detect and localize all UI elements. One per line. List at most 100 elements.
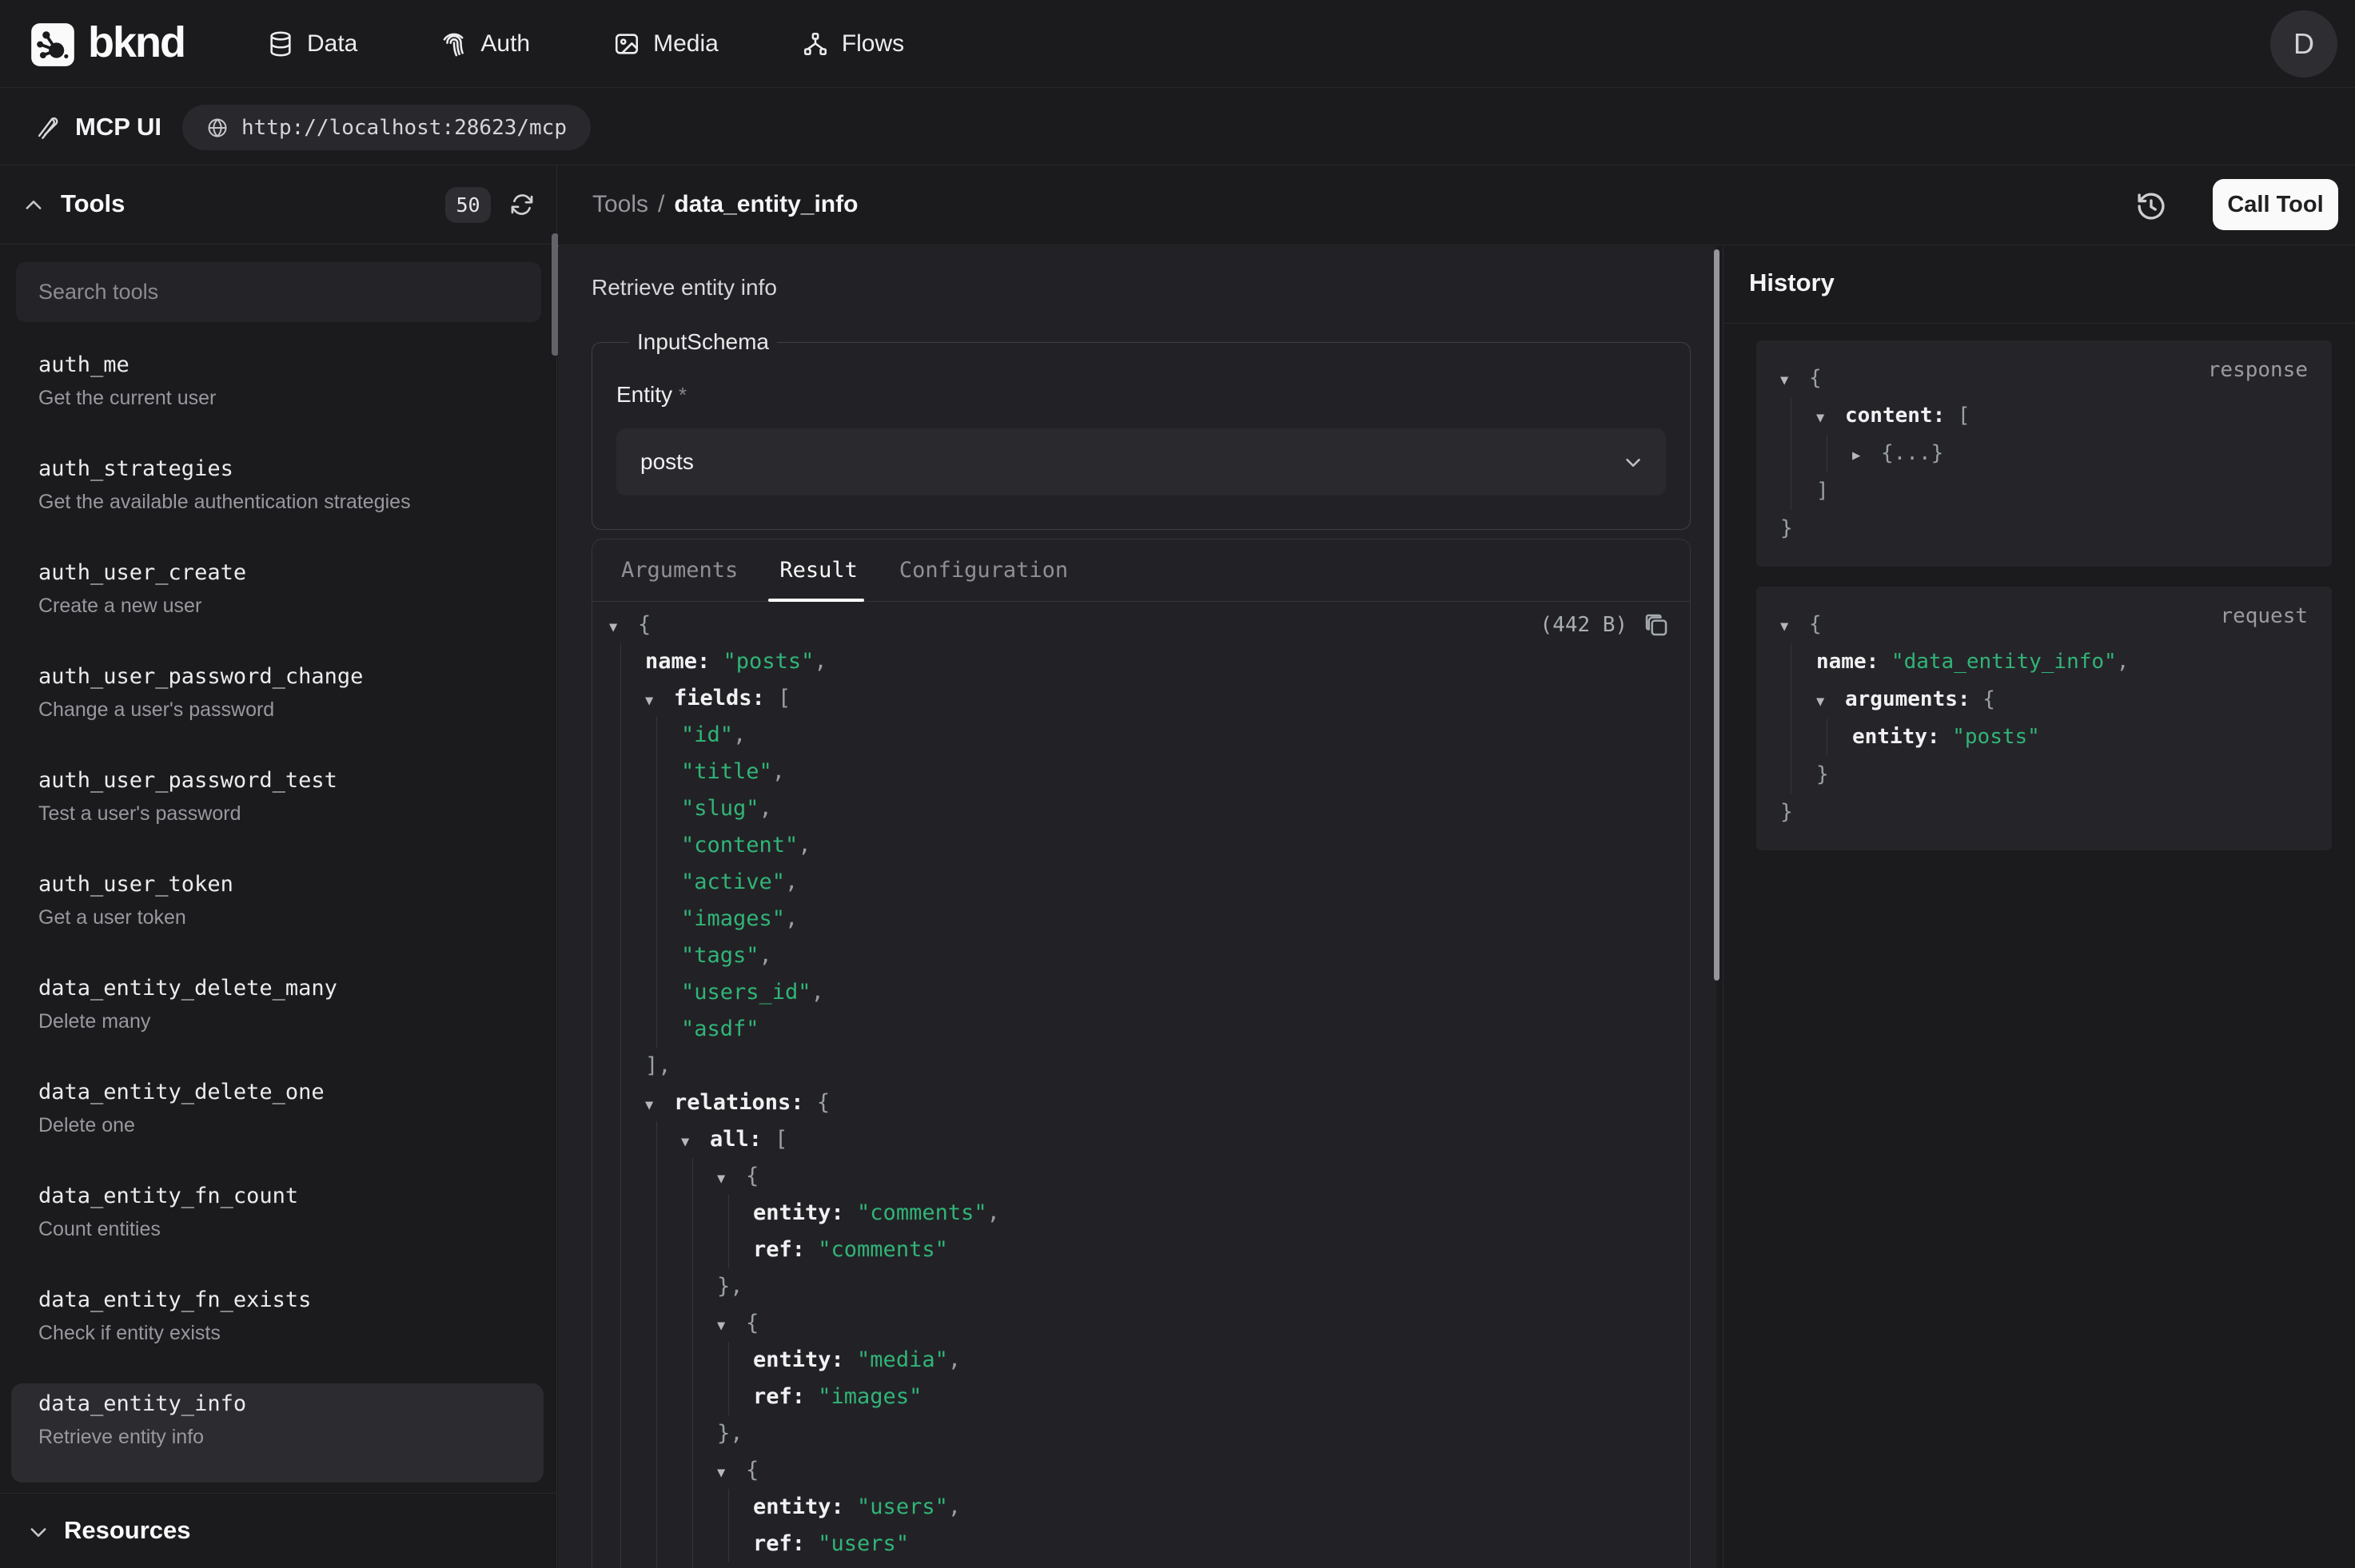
collapse-toggle-icon[interactable]: ▼: [717, 1455, 746, 1491]
json-line: "asdf": [592, 1011, 1690, 1048]
tool-name: auth_strategies: [38, 456, 544, 481]
nav-item-label: Data: [307, 30, 357, 58]
tool-list-item[interactable]: data_entity_infoRetrieve entity info: [11, 1383, 544, 1482]
history-header: History: [1723, 246, 2355, 324]
tool-list-item[interactable]: data_entity_fn_existsCheck if entity exi…: [11, 1279, 544, 1379]
json-line: ref: "users": [592, 1526, 1690, 1562]
main-header: Tools/data_entity_info Call Tool: [558, 165, 2355, 245]
json-line: entity: "media",: [592, 1342, 1690, 1379]
result-json-tree: ▼{name: "posts",▼fields: ["id","title","…: [592, 539, 1690, 1568]
user-avatar[interactable]: D: [2270, 10, 2337, 78]
breadcrumb: Tools/data_entity_info: [592, 191, 858, 218]
tool-list-item[interactable]: data_entity_delete_oneDelete one: [11, 1072, 544, 1171]
json-line: "tags",: [592, 937, 1690, 974]
entity-field-label: Entity*: [616, 382, 1666, 408]
tool-description: Get the available authentication strateg…: [38, 491, 544, 514]
json-indent-guide: [620, 643, 621, 1568]
json-line: ▼{: [592, 607, 1690, 643]
bknd-logo-icon[interactable]: [30, 22, 75, 67]
mcp-ui-title: MCP UI: [75, 113, 161, 141]
json-line: }: [1756, 794, 2332, 831]
entity-select-value: posts: [640, 449, 694, 475]
json-indent-guide: [728, 1342, 729, 1415]
json-line: "active",: [592, 864, 1690, 901]
entity-select[interactable]: posts: [616, 428, 1666, 495]
tool-name: auth_user_create: [38, 560, 544, 585]
tool-name: auth_user_password_change: [38, 664, 544, 689]
mcp-url: http://localhost:28623/mcp: [241, 116, 567, 140]
collapse-toggle-icon[interactable]: ▼: [645, 683, 674, 719]
tool-list-item[interactable]: auth_user_password_changeChange a user's…: [11, 656, 544, 755]
tool-list-item[interactable]: auth_user_tokenGet a user token: [11, 864, 544, 963]
history-entry-card[interactable]: request▼{name: "data_entity_info",▼argum…: [1756, 587, 2332, 850]
json-line: "id",: [592, 717, 1690, 754]
collapse-toggle-icon[interactable]: ▼: [1780, 608, 1809, 646]
collapse-toggle-icon[interactable]: ▼: [717, 1160, 746, 1197]
json-line: name: "data_entity_info",: [1756, 643, 2332, 681]
tool-description: Delete many: [38, 1010, 544, 1033]
json-line: ▼fields: [: [592, 680, 1690, 717]
call-tool-button[interactable]: Call Tool: [2213, 179, 2338, 230]
collapse-toggle-icon[interactable]: ▼: [645, 1087, 674, 1124]
resources-section-title: Resources: [64, 1516, 191, 1545]
json-line: ],: [592, 1048, 1690, 1084]
json-indent-guide: [728, 1195, 729, 1268]
database-icon: [267, 30, 294, 58]
nav-item-label: Media: [653, 30, 719, 58]
collapse-toggle-icon[interactable]: ▼: [609, 609, 638, 646]
json-line: }: [592, 1562, 1690, 1568]
primary-nav: Data Auth Media: [267, 0, 904, 88]
tool-description: Test a user's password: [38, 802, 544, 826]
tool-list-item[interactable]: auth_user_createCreate a new user: [11, 552, 544, 651]
json-line: }: [1756, 756, 2332, 794]
tool-list-item[interactable]: data_entity_fn_countCount entities: [11, 1176, 544, 1275]
breadcrumb-separator: /: [658, 191, 664, 217]
tool-description: Get the current user: [38, 387, 544, 410]
tools-sidebar: Tools 50 auth_meGet the current userauth…: [0, 165, 557, 1568]
json-line: ref: "comments": [592, 1232, 1690, 1268]
tool-name: data_entity_fn_count: [38, 1184, 544, 1208]
result-size-row: (442 B): [1540, 607, 1690, 643]
tool-list-item[interactable]: data_entity_delete_manyDelete many: [11, 968, 544, 1067]
nav-item-media[interactable]: Media: [613, 30, 719, 58]
tool-list-item[interactable]: auth_meGet the current user: [11, 344, 544, 444]
mcp-url-pill[interactable]: http://localhost:28623/mcp: [182, 105, 591, 150]
nav-item-flows[interactable]: Flows: [802, 30, 904, 58]
collapse-toggle-icon[interactable]: ▼: [717, 1307, 746, 1344]
image-icon: [613, 30, 640, 58]
mcp-icon: [34, 114, 61, 141]
mcp-ui-bar: MCP UI http://localhost:28623/mcp: [0, 89, 2355, 165]
copy-icon[interactable]: [1644, 612, 1669, 638]
json-line: ▼{: [592, 1305, 1690, 1342]
tool-name: data_entity_delete_one: [38, 1080, 544, 1104]
collapse-toggle-icon[interactable]: ▼: [681, 1124, 710, 1160]
tool-list-item[interactable]: auth_user_password_testTest a user's pas…: [11, 760, 544, 859]
json-line: ▼{: [1756, 606, 2332, 643]
collapse-toggle-icon[interactable]: ▼: [1816, 683, 1845, 721]
history-icon[interactable]: [2134, 189, 2168, 223]
tool-list-item[interactable]: auth_strategies Get the available authent…: [11, 448, 544, 547]
nav-item-auth[interactable]: Auth: [440, 30, 530, 58]
json-line: },: [592, 1415, 1690, 1452]
json-line: ▶{...}: [1756, 435, 2332, 472]
result-size: (442 B): [1540, 613, 1628, 637]
nav-item-data[interactable]: Data: [267, 30, 357, 58]
json-indent-guide: [656, 717, 657, 1048]
input-schema-legend: InputSchema: [629, 329, 777, 355]
brand-name: bknd: [88, 18, 185, 67]
breadcrumb-section[interactable]: Tools: [592, 191, 648, 217]
history-entry-card[interactable]: response▼{▼content: [▶{...}]}: [1756, 340, 2332, 567]
json-line: "title",: [592, 754, 1690, 790]
resources-section-header[interactable]: Resources: [0, 1493, 556, 1568]
json-line: "slug",: [592, 790, 1690, 827]
panel-resizer[interactable]: [1714, 249, 1719, 981]
json-line: },: [592, 1268, 1690, 1305]
expand-toggle-icon[interactable]: ▶: [1852, 437, 1881, 475]
flow-icon: [802, 30, 829, 58]
json-line: ▼relations: {: [592, 1084, 1690, 1121]
collapse-toggle-icon[interactable]: ▼: [1816, 400, 1845, 437]
collapse-toggle-icon[interactable]: ▼: [1780, 362, 1809, 400]
json-line: ▼{: [1756, 360, 2332, 397]
json-line: ]: [1756, 472, 2332, 510]
chevron-down-icon: [27, 1521, 50, 1543]
